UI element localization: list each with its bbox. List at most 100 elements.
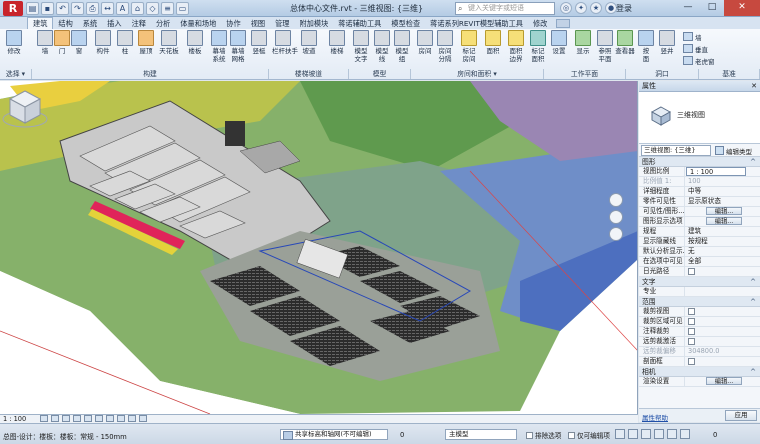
ribbon-button-show[interactable]: 显示 [572, 30, 594, 68]
close-hidden-icon[interactable]: ▭ [176, 2, 189, 15]
ribbon-button-ref-plane[interactable]: 参照 平面 [594, 30, 616, 68]
checkbox-icon[interactable] [688, 308, 695, 315]
property-section-header[interactable]: 文字 [639, 277, 760, 287]
property-value[interactable] [685, 327, 760, 336]
filter-icon[interactable] [680, 429, 690, 439]
open-icon[interactable]: ▤ [26, 2, 39, 15]
ribbon-button-floor[interactable]: 楼板 [184, 30, 206, 68]
3d-viewport[interactable] [0, 81, 638, 414]
property-section-header[interactable]: 相机 [639, 367, 760, 377]
ribbon-button-room[interactable]: 房间 [414, 30, 436, 68]
star-icon[interactable]: ★ [590, 2, 602, 14]
tab-7[interactable]: 协作 [221, 18, 245, 29]
ribbon-button-set[interactable]: 设置 [548, 30, 570, 68]
visual-style-icon[interactable] [51, 415, 59, 422]
show-crop-icon[interactable] [106, 415, 114, 422]
hide-isolate-icon[interactable] [128, 415, 136, 422]
ribbon-button-room-separator[interactable]: 房间 分隔 [434, 30, 456, 68]
tab-3[interactable]: 插入 [102, 18, 126, 29]
ribbon-button-model-text[interactable]: 模型 文字 [350, 30, 372, 68]
property-value[interactable] [685, 337, 760, 346]
ribbon-button-model-group[interactable]: 模型 组 [391, 30, 413, 68]
design-option-dropdown[interactable]: 主模型 [445, 429, 517, 440]
select-pinned-icon[interactable] [641, 429, 651, 439]
checkbox-icon[interactable] [688, 338, 695, 345]
property-value[interactable]: 编辑... [685, 207, 760, 216]
save-icon[interactable]: ▪ [41, 2, 54, 15]
steering-wheel-icon[interactable] [609, 193, 623, 207]
viewcube[interactable] [0, 81, 50, 131]
property-value[interactable] [685, 357, 760, 366]
crop-view-icon[interactable] [95, 415, 103, 422]
render-icon[interactable] [84, 415, 92, 422]
edit-button[interactable]: 编辑... [706, 217, 742, 225]
redo-icon[interactable]: ↷ [71, 2, 84, 15]
ribbon-small-item-1[interactable]: 垂直 [683, 44, 708, 54]
ribbon-button-railing[interactable]: 栏杆扶手 [272, 30, 298, 68]
ribbon-button-window[interactable]: 窗 [68, 30, 90, 68]
exclude-options-check[interactable]: 排除选项 [526, 430, 561, 440]
edit-button[interactable]: 编辑... [706, 377, 742, 385]
ribbon-button-mullion[interactable]: 竖梃 [248, 30, 270, 68]
maximize-button[interactable]: □ [700, 0, 724, 16]
property-value[interactable] [685, 267, 760, 276]
binoculars-icon[interactable]: ◎ [560, 2, 572, 14]
text-icon[interactable]: A [116, 2, 129, 15]
property-value[interactable]: 编辑... [685, 217, 760, 226]
instance-dropdown[interactable]: 三维视图: {三维} [641, 145, 711, 156]
drag-elements-icon[interactable] [667, 429, 677, 439]
checkbox-icon[interactable] [688, 328, 695, 335]
ribbon-button-component[interactable]: 构件 [92, 30, 114, 68]
editable-only-check[interactable]: 仅可编辑项 [568, 430, 610, 440]
lock-view-icon[interactable] [117, 415, 125, 422]
property-value[interactable] [685, 307, 760, 316]
ribbon-button-column[interactable]: 柱 [114, 30, 136, 68]
property-value[interactable]: 编辑... [685, 377, 760, 386]
ribbon-button-tag-room[interactable]: 标记 房间 [458, 30, 480, 68]
select-links-icon[interactable] [615, 429, 625, 439]
edit-type-button[interactable]: 编辑类型 [715, 146, 752, 156]
checkbox-icon[interactable] [688, 358, 695, 365]
tab-5[interactable]: 分析 [151, 18, 175, 29]
tab-8[interactable]: 视图 [246, 18, 270, 29]
login-link[interactable]: 登录 [616, 3, 632, 14]
thin-lines-icon[interactable]: ≡ [161, 2, 174, 15]
ribbon-button-area[interactable]: 面积 [482, 30, 504, 68]
tab-13[interactable]: 蒋诺系列REVIT模型辅助工具 [425, 18, 528, 29]
checkbox-icon[interactable] [688, 268, 695, 275]
select-by-face-icon[interactable] [654, 429, 664, 439]
detail-level-icon[interactable] [40, 415, 48, 422]
ribbon-button-shaft[interactable]: 竖井 [656, 30, 678, 68]
edit-button[interactable]: 编辑... [706, 207, 742, 215]
3d-view-icon[interactable]: ⌂ [131, 2, 144, 15]
ribbon-small-item-2[interactable]: 老虎窗 [683, 56, 715, 66]
tab-4[interactable]: 注释 [127, 18, 151, 29]
close-button[interactable]: ✕ [724, 0, 760, 16]
property-value[interactable]: 1 : 100 [686, 167, 746, 176]
ribbon-button-roof[interactable]: 屋顶 [135, 30, 157, 68]
tab-11[interactable]: 蒋诺辅助工具 [333, 18, 386, 29]
zoom-icon[interactable] [609, 210, 623, 224]
select-underlay-icon[interactable] [628, 429, 638, 439]
ribbon-minimize-toggle[interactable] [556, 19, 571, 28]
ribbon-button-by-face[interactable]: 按 面 [635, 30, 657, 68]
view-scale[interactable]: 1 : 100 [3, 415, 26, 423]
search-input[interactable]: ⌕ 键入关键字或短语 [455, 2, 555, 15]
subscription-icon[interactable]: ✦ [575, 2, 587, 14]
tab-2[interactable]: 系统 [78, 18, 102, 29]
type-selector[interactable]: 三维视图 [639, 92, 760, 144]
section-icon[interactable]: ◇ [146, 2, 159, 15]
apply-button[interactable]: 应用 [725, 410, 757, 421]
tab-12[interactable]: 模型检查 [386, 18, 425, 29]
measure-icon[interactable]: ↔ [101, 2, 114, 15]
undo-icon[interactable]: ↶ [56, 2, 69, 15]
property-section-header[interactable]: 图形 [639, 157, 760, 167]
ribbon-button-curtain-grid[interactable]: 幕墙 网格 [227, 30, 249, 68]
sun-path-icon[interactable] [62, 415, 70, 422]
tab-14[interactable]: 修改 [528, 18, 552, 29]
ribbon-button-stair[interactable]: 楼梯 [326, 30, 348, 68]
site-model-render[interactable] [0, 81, 638, 414]
ribbon-button-model-line[interactable]: 模型 线 [371, 30, 393, 68]
tab-9[interactable]: 管理 [270, 18, 294, 29]
ribbon-button-area-boundary[interactable]: 面积 边界 [505, 30, 527, 68]
